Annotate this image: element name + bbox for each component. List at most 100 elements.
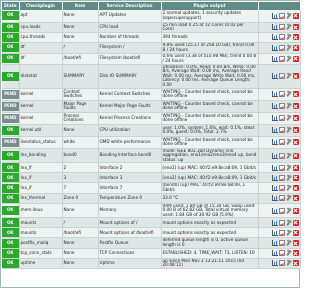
table-row[interactable]: OK kernel.util None CPU utilization user: 1.…	[2, 124, 301, 137]
delete-icon[interactable]	[292, 207, 299, 214]
perfometer-icon[interactable]	[278, 260, 285, 267]
table-row[interactable]: OK cpu.threads None Number of threads 394 th…	[2, 32, 301, 43]
graph-icon[interactable]	[271, 44, 278, 51]
delete-icon[interactable]	[292, 91, 299, 98]
graph-icon[interactable]	[271, 127, 278, 134]
table-row[interactable]: PEND kernel Process Creations Kernel Proces…	[2, 112, 301, 125]
table-row[interactable]: OK lnx_thermal Zone 0 Temperature Zone 0 33.…	[2, 193, 301, 204]
column-header-service-description[interactable]: Service Description	[98, 2, 162, 10]
table-row[interactable]: PEND livestatus_status white OMD white perf…	[2, 136, 301, 149]
delete-icon[interactable]	[292, 55, 299, 62]
graph-icon[interactable]	[271, 91, 278, 98]
perfometer-icon[interactable]	[278, 91, 285, 98]
perfometer-icon[interactable]	[278, 24, 285, 31]
edit-parameters-icon[interactable]	[286, 103, 292, 109]
perfometer-icon[interactable]	[278, 55, 285, 62]
graph-icon[interactable]	[271, 73, 278, 80]
graph-icon[interactable]	[271, 260, 278, 267]
perfometer-icon[interactable]	[278, 240, 285, 246]
table-row[interactable]: OK diskstat SUMMARY Disk IO SUMMARY Utilizat…	[2, 64, 301, 89]
column-header-checkplugin[interactable]: Checkplugin	[19, 2, 63, 10]
table-row[interactable]: OK mem.linux None Memory RAM used: 1.84 GB o…	[2, 203, 301, 219]
edit-parameters-icon[interactable]	[286, 185, 292, 191]
graph-icon[interactable]	[271, 229, 278, 236]
edit-parameters-icon[interactable]	[286, 73, 292, 79]
perfometer-icon[interactable]	[278, 174, 285, 181]
edit-parameters-icon[interactable]	[286, 175, 292, 181]
table-row[interactable]: OK tcp_conn_stats None TCP Connections ESTAB…	[2, 248, 301, 259]
graph-icon[interactable]	[271, 250, 278, 257]
edit-parameters-icon[interactable]	[286, 165, 292, 171]
delete-icon[interactable]	[292, 174, 299, 181]
graph-icon[interactable]	[271, 219, 278, 226]
table-row[interactable]: OK mounts / Mount options of / mount options…	[2, 217, 301, 229]
table-row[interactable]: OK lnx_if 2 Interface 2 [eno1] (up) MAC: 40:…	[2, 162, 301, 174]
delete-icon[interactable]	[292, 240, 299, 246]
delete-icon[interactable]	[292, 73, 299, 80]
table-row[interactable]: OK lnx_bonding bond0 Bonding Interface bond…	[2, 148, 301, 164]
delete-icon[interactable]	[292, 12, 299, 19]
edit-parameters-icon[interactable]	[286, 56, 292, 62]
edit-parameters-icon[interactable]	[286, 195, 292, 201]
graph-icon[interactable]	[271, 34, 278, 41]
delete-icon[interactable]	[292, 103, 299, 110]
delete-icon[interactable]	[292, 260, 299, 267]
perfometer-icon[interactable]	[278, 139, 285, 146]
graph-icon[interactable]	[271, 240, 278, 246]
edit-parameters-icon[interactable]	[286, 250, 292, 256]
delete-icon[interactable]	[292, 185, 299, 192]
table-row[interactable]: PEND kernel Major Page Faults Kernel Major …	[2, 100, 301, 113]
graph-icon[interactable]	[271, 174, 278, 181]
table-row[interactable]: PEND kernel Context Switches Kernel Context…	[2, 88, 301, 101]
delete-icon[interactable]	[292, 44, 299, 51]
edit-parameters-icon[interactable]	[286, 34, 292, 40]
perfometer-icon[interactable]	[278, 73, 285, 80]
table-row[interactable]: OK apt None APT Updates 2 normal updates, 1 …	[2, 10, 301, 23]
perfometer-icon[interactable]	[278, 219, 285, 226]
table-row[interactable]: OK lnx_if 7 Interface 7 [bond0] (up) MAC: 40…	[2, 182, 301, 194]
delete-icon[interactable]	[292, 127, 299, 134]
perfometer-icon[interactable]	[278, 229, 285, 236]
edit-parameters-icon[interactable]	[286, 153, 292, 159]
delete-icon[interactable]	[292, 115, 299, 122]
graph-icon[interactable]	[271, 12, 278, 19]
table-row[interactable]: OK uptime None Uptime up since Mon Nov 2 13:…	[2, 258, 301, 269]
edit-parameters-icon[interactable]	[286, 139, 292, 145]
perfometer-icon[interactable]	[278, 250, 285, 257]
delete-icon[interactable]	[292, 219, 299, 226]
delete-icon[interactable]	[292, 139, 299, 146]
perfometer-icon[interactable]	[278, 115, 285, 122]
perfometer-icon[interactable]	[278, 103, 285, 110]
edit-parameters-icon[interactable]	[286, 115, 292, 121]
graph-icon[interactable]	[271, 195, 278, 202]
graph-icon[interactable]	[271, 185, 278, 192]
delete-icon[interactable]	[292, 152, 299, 159]
perfometer-icon[interactable]	[278, 34, 285, 41]
edit-parameters-icon[interactable]	[286, 220, 292, 226]
graph-icon[interactable]	[271, 164, 278, 171]
table-row[interactable]: OK mounts/boot/efi Mount options of /boot/…	[2, 227, 301, 239]
edit-parameters-icon[interactable]	[286, 127, 292, 133]
delete-icon[interactable]	[292, 195, 299, 202]
delete-icon[interactable]	[292, 24, 299, 31]
perfometer-icon[interactable]	[278, 185, 285, 192]
graph-icon[interactable]	[271, 24, 278, 31]
edit-parameters-icon[interactable]	[286, 91, 292, 97]
delete-icon[interactable]	[292, 229, 299, 236]
edit-parameters-icon[interactable]	[286, 24, 292, 30]
edit-parameters-icon[interactable]	[286, 230, 292, 236]
perfometer-icon[interactable]	[278, 44, 285, 51]
table-row[interactable]: OK cpu.loads None CPU load 15 min load 0.25 …	[2, 22, 301, 33]
perfometer-icon[interactable]	[278, 207, 285, 214]
graph-icon[interactable]	[271, 139, 278, 146]
edit-parameters-icon[interactable]	[286, 240, 292, 246]
perfometer-icon[interactable]	[278, 152, 285, 159]
graph-icon[interactable]	[271, 103, 278, 110]
delete-icon[interactable]	[292, 164, 299, 171]
edit-parameters-icon[interactable]	[286, 208, 292, 214]
table-row[interactable]: OK lnx_if 3 Interface 3 [eno2] (up) MAC: 40:…	[2, 172, 301, 184]
perfometer-icon[interactable]	[278, 195, 285, 202]
delete-icon[interactable]	[292, 34, 299, 41]
graph-icon[interactable]	[271, 152, 278, 159]
graph-icon[interactable]	[271, 55, 278, 62]
